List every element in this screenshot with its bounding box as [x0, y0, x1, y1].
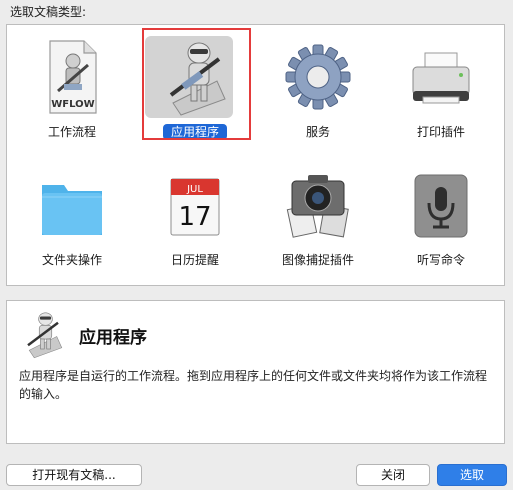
type-label: 听写命令 [416, 253, 465, 267]
document-type-grid: WFLOW 工作流程 应用程序 服务 打印插件 文件夹操作 JUL 17 日历提… [6, 24, 505, 286]
calendar-month: JUL [186, 184, 203, 195]
type-label: 文件夹操作 [41, 253, 102, 267]
type-workflow[interactable]: WFLOW 工作流程 [17, 31, 127, 151]
type-label: 日历提醒 [170, 253, 219, 267]
type-image-capture-plugin[interactable]: 图像捕捉插件 [263, 159, 373, 279]
gear-icon [285, 44, 351, 110]
selection-frame [142, 28, 251, 140]
type-service[interactable]: 服务 [263, 31, 373, 151]
dialog-title: 选取文稿类型: [10, 5, 87, 19]
microphone-icon [414, 174, 468, 238]
workflow-file-text: WFLOW [51, 99, 94, 110]
type-label: 服务 [305, 125, 330, 139]
calendar-day: 17 [178, 202, 211, 232]
workflow-file-icon: WFLOW [49, 40, 97, 114]
description-title: 应用程序 [79, 328, 147, 348]
type-calendar-alarm[interactable]: JUL 17 日历提醒 [140, 159, 250, 279]
description-text: 应用程序是自运行的工作流程。拖到应用程序上的任何文件或文件夹均将作为该工作流程的… [19, 369, 488, 401]
type-label: 工作流程 [47, 125, 96, 139]
calendar-icon: JUL 17 [170, 178, 220, 236]
automator-robot-icon [27, 312, 63, 359]
choose-button[interactable]: 选取 [437, 464, 507, 486]
open-existing-button[interactable]: 打开现有文稿... [6, 464, 142, 486]
type-print-plugin[interactable]: 打印插件 [386, 31, 496, 151]
printer-icon [412, 52, 470, 104]
close-button[interactable]: 关闭 [356, 464, 430, 486]
type-label: 打印插件 [416, 125, 465, 139]
folder-icon [42, 185, 102, 235]
type-dictation-command[interactable]: 听写命令 [386, 159, 496, 279]
type-folder-action[interactable]: 文件夹操作 [17, 159, 127, 279]
type-label: 图像捕捉插件 [281, 253, 354, 267]
description-panel: 应用程序 应用程序是自运行的工作流程。拖到应用程序上的任何文件或文件夹均将作为该… [6, 300, 505, 444]
image-capture-icon [286, 175, 349, 238]
